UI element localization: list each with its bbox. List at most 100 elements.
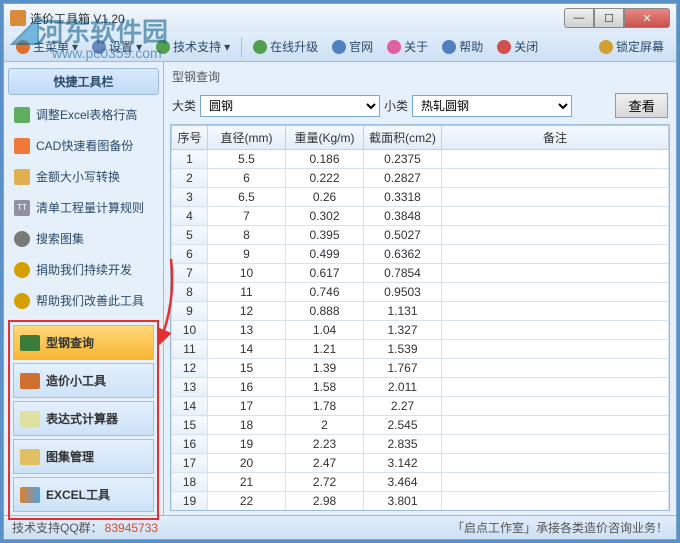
sidebar-big-excel-tools[interactable]: EXCEL工具 bbox=[13, 477, 154, 512]
sidebar-item-improve[interactable]: 帮助我们改善此工具 bbox=[8, 285, 159, 316]
sidebar-item-amount-convert[interactable]: 金额大小写转换 bbox=[8, 161, 159, 192]
table-cell bbox=[442, 169, 669, 188]
table-row[interactable]: 14171.782.27 bbox=[172, 397, 669, 416]
table-cell: 3.801 bbox=[364, 492, 442, 511]
table-cell: 13 bbox=[172, 378, 208, 397]
table-row[interactable]: 20233.264.155 bbox=[172, 511, 669, 512]
table-row[interactable]: 12151.391.767 bbox=[172, 359, 669, 378]
table-row[interactable]: 16192.232.835 bbox=[172, 435, 669, 454]
toolbar-close[interactable]: 关闭 bbox=[491, 36, 544, 57]
table-row[interactable]: 580.3950.5027 bbox=[172, 226, 669, 245]
table-cell: 0.9503 bbox=[364, 283, 442, 302]
toolbar-lock-screen[interactable]: 锁定屏幕 bbox=[593, 36, 670, 57]
status-left-label: 技术支持QQ群： bbox=[12, 519, 103, 536]
heart-icon bbox=[387, 40, 401, 54]
tools-icon bbox=[20, 373, 40, 389]
table-cell bbox=[442, 378, 669, 397]
table-cell: 19 bbox=[172, 492, 208, 511]
table-cell: 2.23 bbox=[286, 435, 364, 454]
text-icon: TT bbox=[14, 200, 30, 216]
table-cell: 2.835 bbox=[364, 435, 442, 454]
table-cell bbox=[442, 188, 669, 207]
sidebar-item-calc-rules[interactable]: TT清单工程量计算规则 bbox=[8, 192, 159, 223]
table-cell: 12 bbox=[172, 359, 208, 378]
status-qq: 83945733 bbox=[105, 521, 158, 535]
table-row[interactable]: 36.50.260.3318 bbox=[172, 188, 669, 207]
table-header[interactable]: 序号 bbox=[172, 126, 208, 150]
table-row[interactable]: 260.2220.2827 bbox=[172, 169, 669, 188]
maximize-button[interactable]: ☐ bbox=[594, 8, 624, 28]
table-cell: 4 bbox=[172, 207, 208, 226]
table-cell: 16 bbox=[208, 378, 286, 397]
table-cell: 16 bbox=[172, 435, 208, 454]
table-row[interactable]: 15.50.1860.2375 bbox=[172, 150, 669, 169]
table-cell: 1.131 bbox=[364, 302, 442, 321]
table-cell: 0.186 bbox=[286, 150, 364, 169]
table-cell: 1.21 bbox=[286, 340, 364, 359]
table-header[interactable]: 截面积(cm2) bbox=[364, 126, 442, 150]
table-row[interactable]: 690.4990.6362 bbox=[172, 245, 669, 264]
table-cell: 6 bbox=[208, 169, 286, 188]
table-row[interactable]: 19222.983.801 bbox=[172, 492, 669, 511]
sidebar-big-calculator[interactable]: 表达式计算器 bbox=[13, 401, 154, 436]
table-cell: 0.746 bbox=[286, 283, 364, 302]
sidebar-item-donate[interactable]: 捐助我们持续开发 bbox=[8, 254, 159, 285]
category-main-select[interactable]: 圆钢 bbox=[200, 95, 380, 117]
table-row[interactable]: 17202.473.142 bbox=[172, 454, 669, 473]
table-header[interactable]: 重量(Kg/m) bbox=[286, 126, 364, 150]
table-cell: 2 bbox=[286, 416, 364, 435]
highlight-annotation: 型钢查询 造价小工具 表达式计算器 图集管理 EXCEL工具 bbox=[8, 320, 159, 520]
sidebar-item-excel-row-height[interactable]: 调整Excel表格行高 bbox=[8, 99, 159, 130]
toolbar-help[interactable]: 帮助 bbox=[436, 36, 489, 57]
toolbar-about[interactable]: 关于 bbox=[381, 36, 434, 57]
table-row[interactable]: 9120.8881.131 bbox=[172, 302, 669, 321]
table-cell: 7 bbox=[172, 264, 208, 283]
table-cell: 1.767 bbox=[364, 359, 442, 378]
table-cell: 5.5 bbox=[208, 150, 286, 169]
table-header[interactable]: 备注 bbox=[442, 126, 669, 150]
table-cell bbox=[442, 264, 669, 283]
table-cell: 2.72 bbox=[286, 473, 364, 492]
table-cell: 0.302 bbox=[286, 207, 364, 226]
table-cell: 18 bbox=[208, 416, 286, 435]
toolbar-online-upgrade[interactable]: 在线升级 bbox=[247, 36, 324, 57]
table-cell: 10 bbox=[172, 321, 208, 340]
table-row[interactable]: 7100.6170.7854 bbox=[172, 264, 669, 283]
table-cell: 22 bbox=[208, 492, 286, 511]
table-row[interactable]: 11141.211.539 bbox=[172, 340, 669, 359]
table-header[interactable]: 直径(mm) bbox=[208, 126, 286, 150]
table-row[interactable]: 8110.7460.9503 bbox=[172, 283, 669, 302]
sidebar-header: 快捷工具栏 bbox=[8, 68, 159, 95]
table-cell bbox=[442, 150, 669, 169]
table-row[interactable]: 18212.723.464 bbox=[172, 473, 669, 492]
table-cell: 0.3318 bbox=[364, 188, 442, 207]
table-cell: 19 bbox=[208, 435, 286, 454]
table-cell: 3.464 bbox=[364, 473, 442, 492]
data-table-wrap[interactable]: 序号直径(mm)重量(Kg/m)截面积(cm2)备注 15.50.1860.23… bbox=[170, 124, 670, 511]
table-cell bbox=[442, 416, 669, 435]
toolbar-tech-support[interactable]: 技术支持▾ bbox=[150, 36, 236, 57]
table-row[interactable]: 151822.545 bbox=[172, 416, 669, 435]
sidebar-big-atlas-mgmt[interactable]: 图集管理 bbox=[13, 439, 154, 474]
table-cell: 1.58 bbox=[286, 378, 364, 397]
sidebar-item-cad-backup[interactable]: CAD快速看图备份 bbox=[8, 130, 159, 161]
table-row[interactable]: 13161.582.011 bbox=[172, 378, 669, 397]
ruler-icon bbox=[14, 169, 30, 185]
view-button[interactable]: 查看 bbox=[615, 93, 668, 118]
table-cell: 2.47 bbox=[286, 454, 364, 473]
data-table: 序号直径(mm)重量(Kg/m)截面积(cm2)备注 15.50.1860.23… bbox=[171, 125, 669, 511]
table-row[interactable]: 470.3020.3848 bbox=[172, 207, 669, 226]
table-cell: 0.2375 bbox=[364, 150, 442, 169]
table-row[interactable]: 10131.041.327 bbox=[172, 321, 669, 340]
category-sub-select[interactable]: 热轧圆钢 bbox=[412, 95, 572, 117]
sidebar-big-steel-query[interactable]: 型钢查询 bbox=[13, 325, 154, 360]
minimize-button[interactable]: — bbox=[564, 8, 594, 28]
toolbar-official-site[interactable]: 官网 bbox=[326, 36, 379, 57]
table-cell: 0.5027 bbox=[364, 226, 442, 245]
toolbar-settings[interactable]: 设置▾ bbox=[86, 36, 148, 57]
sidebar-item-search-atlas[interactable]: 搜索图集 bbox=[8, 223, 159, 254]
window-close-button[interactable]: ✕ bbox=[624, 8, 670, 28]
toolbar-main-menu[interactable]: 主菜单▾ bbox=[10, 36, 84, 57]
sidebar-big-small-tools[interactable]: 造价小工具 bbox=[13, 363, 154, 398]
table-cell: 9 bbox=[172, 302, 208, 321]
